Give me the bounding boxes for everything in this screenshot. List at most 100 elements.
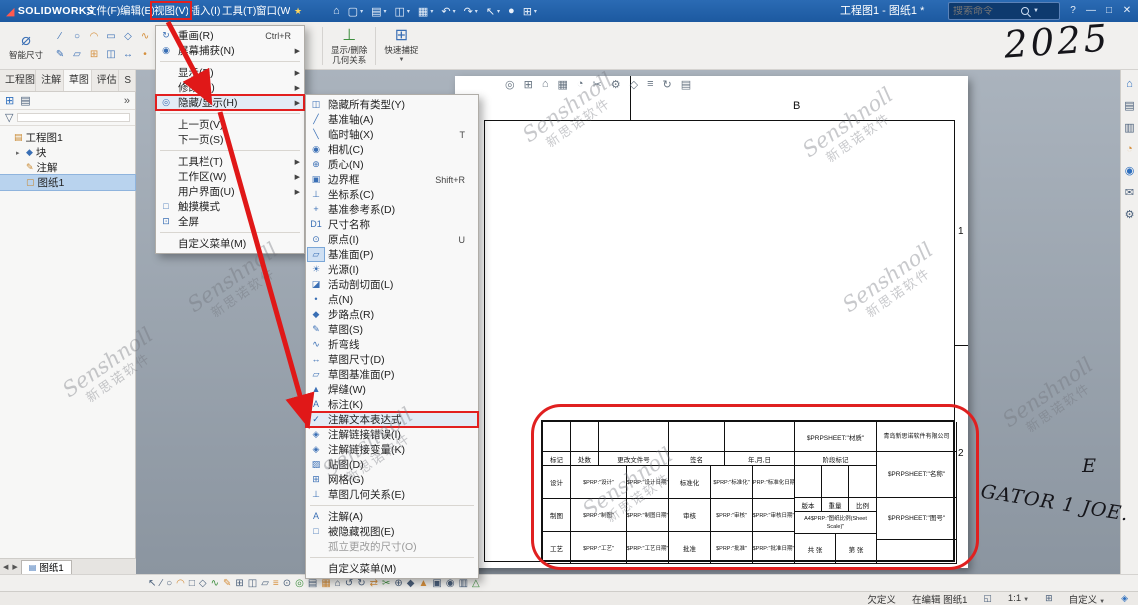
submenu-item[interactable]: • 点(N) ▶ xyxy=(306,292,478,307)
sketch-entity-icon[interactable]: ⊞ xyxy=(86,46,102,63)
bottom-tool-icon[interactable]: ▦ xyxy=(321,578,330,589)
menu-item[interactable]: 用户界面(U) ▶ xyxy=(156,184,304,199)
submenu-item[interactable]: ╱ 基准轴(A) ▶ xyxy=(306,112,478,127)
submenu-item[interactable]: ✎ 草图(S) ▶ xyxy=(306,322,478,337)
panel-collapse-icon[interactable]: » xyxy=(124,95,130,107)
sketch-entity-icon[interactable]: ◇ xyxy=(120,28,136,45)
menubar-item[interactable]: 插入(I) xyxy=(188,0,222,22)
submenu-item[interactable]: ⊞ 网格(G) ▶ xyxy=(306,472,478,487)
feature-tree-item[interactable]: ✎ 注解 xyxy=(0,160,135,175)
titlebar-tool-icon[interactable]: ▢ xyxy=(345,0,366,22)
titlebar-tool-icon[interactable]: ▦ xyxy=(415,0,436,22)
sketch-entity-icon[interactable]: ▭ xyxy=(103,28,119,45)
feature-tree-item[interactable]: ▢ 图纸1 xyxy=(0,175,135,190)
bottom-tool-icon[interactable]: ↖ xyxy=(148,578,156,589)
bottom-tool-icon[interactable]: ▱ xyxy=(261,578,269,589)
bottom-tool-icon[interactable]: ◠ xyxy=(176,578,185,589)
bottom-tool-icon[interactable]: ✂ xyxy=(382,578,390,589)
bottom-tool-icon[interactable]: □ xyxy=(189,578,195,589)
panel-tab-icon[interactable]: ▤ xyxy=(20,94,30,107)
menu-item[interactable]: ◉ 屏幕捕获(N) ▶ xyxy=(156,43,304,58)
task-pane-icon[interactable]: ⚙ xyxy=(1125,208,1135,221)
submenu-item[interactable]: ◫ 隐藏所有类型(Y) ▶ xyxy=(306,97,478,112)
task-pane-icon[interactable]: ⌂ xyxy=(1126,78,1133,90)
bottom-tool-icon[interactable]: ◇ xyxy=(199,578,207,589)
view-tool-icon[interactable]: ⌂ xyxy=(542,78,549,91)
bottom-tool-icon[interactable]: ▥ xyxy=(459,578,468,589)
titlebar-tool-icon[interactable]: ↷ xyxy=(461,0,481,22)
menubar-item[interactable]: 文件(F) xyxy=(86,0,120,22)
sheet-scale[interactable]: 1:1▼ xyxy=(1008,593,1029,604)
bottom-tool-icon[interactable]: ⊙ xyxy=(283,578,291,589)
submenu-item[interactable]: D1 尺寸名称 ▶ xyxy=(306,217,478,232)
menu-item[interactable]: 修改(M) ▶ xyxy=(156,80,304,95)
sketch-entity-icon[interactable]: ↔ xyxy=(120,46,136,63)
submenu-item[interactable]: □ 被隐藏视图(E) ▶ xyxy=(306,524,478,539)
sketch-entity-icon[interactable]: ◫ xyxy=(103,46,119,63)
bottom-tool-icon[interactable]: ≡ xyxy=(273,578,279,589)
submenu-item[interactable]: ▶ xyxy=(310,554,474,558)
submenu-item[interactable]: ∿ 折弯线 ▶ xyxy=(306,337,478,352)
view-tool-icon[interactable]: ⊞ xyxy=(524,78,533,91)
bottom-tool-icon[interactable]: ◆ xyxy=(407,578,415,589)
sketch-entity-icon[interactable]: ✎ xyxy=(52,46,68,63)
sketch-entity-icon[interactable]: • xyxy=(137,46,153,63)
view-tool-icon[interactable]: ▦ xyxy=(557,78,567,91)
submenu-item[interactable]: 自定义菜单(M) ▶ xyxy=(306,561,478,576)
menu-item[interactable]: ◎ 隐藏/显示(H) ▶ xyxy=(156,95,304,110)
tree-expand-icon[interactable]: ▸ xyxy=(16,149,23,157)
feature-tree-item[interactable]: ▸ ◆ 块 xyxy=(0,145,135,160)
submenu-item[interactable]: ╲ 临时轴(X) T ▶ xyxy=(306,127,478,142)
task-pane-icon[interactable]: ▥ xyxy=(1124,121,1134,134)
titlebar-tool-icon[interactable]: ↶ xyxy=(438,0,458,22)
fit-sheet-icon[interactable]: ◱ xyxy=(983,593,992,604)
menubar-item[interactable]: 编辑(E) xyxy=(120,0,154,22)
titlebar-tool-icon[interactable]: ↖ xyxy=(483,0,503,22)
bottom-tool-icon[interactable]: ◎ xyxy=(295,578,304,589)
bottom-tool-icon[interactable]: ⌂ xyxy=(335,578,341,589)
search-input[interactable] xyxy=(953,6,1017,17)
bottom-tool-icon[interactable]: ○ xyxy=(166,578,172,589)
menu-item[interactable]: ▶ xyxy=(160,110,300,114)
view-tool-icon[interactable]: ⚙ xyxy=(611,78,621,91)
view-tool-icon[interactable]: ◎ xyxy=(505,78,515,91)
bottom-tool-icon[interactable]: ◫ xyxy=(248,578,257,589)
view-tool-icon[interactable]: ▤ xyxy=(681,78,691,91)
pin-star-icon[interactable]: ★ xyxy=(290,0,306,22)
submenu-item[interactable]: 孤立更改的尺寸(O) ▶ xyxy=(306,539,478,554)
commandmanager-tab[interactable]: 注解 xyxy=(36,70,64,91)
submenu-item[interactable]: ◈ 注解链接错误(I) ▶ xyxy=(306,427,478,442)
titlebar-tool-icon[interactable]: ⌂ xyxy=(330,0,343,22)
commandmanager-tab[interactable]: 工程图 xyxy=(0,70,36,91)
view-tool-icon[interactable]: ◇ xyxy=(630,78,638,91)
task-pane-icon[interactable]: ▤ xyxy=(1124,99,1134,112)
menu-item[interactable]: ⊡ 全屏 ▶ xyxy=(156,214,304,229)
commandmanager-tab[interactable]: 草图 xyxy=(64,70,92,91)
submenu-item[interactable]: ⊥ 草图几何关系(E) ▶ xyxy=(306,487,478,502)
menu-item[interactable]: 工具栏(T) ▶ xyxy=(156,154,304,169)
titlebar-tool-icon[interactable]: ▤ xyxy=(368,0,389,22)
search-caret-icon[interactable]: ▼ xyxy=(1033,8,1039,14)
smart-dimension-button[interactable]: ⌀ 智能尺寸 xyxy=(4,31,48,61)
quick-snaps-button[interactable]: ⊞ 快速捕捉 ▼ xyxy=(379,26,423,66)
submenu-item[interactable]: A 标注(K) ▶ xyxy=(306,397,478,412)
sketch-entity-icon[interactable]: ◠ xyxy=(86,28,102,45)
view-tool-icon[interactable]: ✂ xyxy=(593,78,602,91)
menu-item[interactable]: ▶ xyxy=(160,58,300,62)
menu-item[interactable]: 工作区(W) ▶ xyxy=(156,169,304,184)
submenu-item[interactable]: ▣ 边界框 Shift+R ▶ xyxy=(306,172,478,187)
bottom-tool-icon[interactable]: ▣ xyxy=(432,578,441,589)
sheet-tab-back-icon[interactable]: ◀ xyxy=(2,563,9,571)
sketch-entity-icon[interactable]: ∕ xyxy=(52,28,68,45)
bottom-tool-icon[interactable]: ∕ xyxy=(160,578,162,589)
menu-item[interactable]: 显示(D) ▶ xyxy=(156,65,304,80)
panel-tab-icon[interactable]: ⊞ xyxy=(5,94,14,107)
menu-item[interactable]: 自定义菜单(M) ▶ xyxy=(156,236,304,251)
sheet-tab[interactable]: ▤ 图纸1 xyxy=(21,560,72,574)
submenu-item[interactable]: ◈ 注解链接变量(K) ▶ xyxy=(306,442,478,457)
submenu-item[interactable]: + 基准参考系(D) ▶ xyxy=(306,202,478,217)
search-icon[interactable] xyxy=(1021,7,1029,15)
menubar-item[interactable]: 窗口(W) xyxy=(256,0,290,22)
submenu-item[interactable]: ⊙ 原点(I) U ▶ xyxy=(306,232,478,247)
task-pane-icon[interactable]: ✉ xyxy=(1125,186,1134,199)
